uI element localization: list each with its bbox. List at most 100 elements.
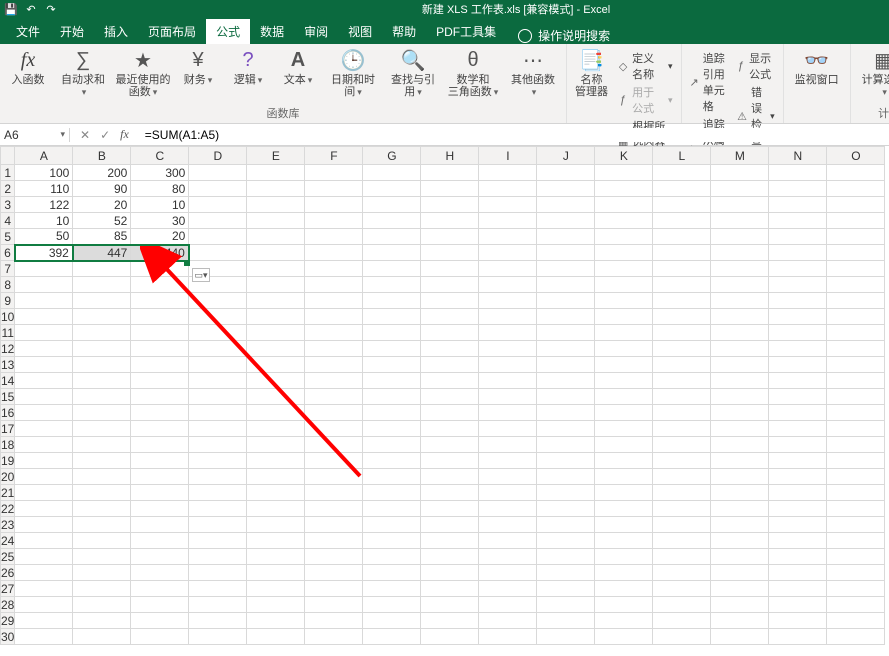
cell[interactable] [769,517,827,533]
cell[interactable] [305,437,363,453]
cell[interactable] [189,213,247,229]
cell[interactable] [305,453,363,469]
cell[interactable] [827,629,885,645]
row-header[interactable]: 14 [1,373,15,389]
cell[interactable] [421,357,479,373]
logical-button[interactable]: ? 逻辑 [228,48,268,86]
cell[interactable] [305,325,363,341]
cell[interactable] [595,421,653,437]
cell[interactable] [15,597,73,613]
insert-function-button[interactable]: fx 入函数 [8,48,48,86]
cell[interactable] [363,197,421,213]
cell[interactable] [363,389,421,405]
cell[interactable] [595,357,653,373]
cell[interactable] [479,629,537,645]
cell[interactable] [479,517,537,533]
cell[interactable] [595,613,653,629]
cell[interactable] [131,389,189,405]
cell[interactable] [479,469,537,485]
cell[interactable] [189,629,247,645]
name-box-dropdown-icon[interactable]: ▾ [60,129,65,140]
cell[interactable] [363,565,421,581]
cell[interactable] [189,405,247,421]
cell[interactable] [131,549,189,565]
cell[interactable] [827,245,885,261]
cell[interactable] [595,325,653,341]
cell[interactable] [421,597,479,613]
cell[interactable] [363,549,421,565]
cell[interactable] [827,293,885,309]
col-header[interactable]: N [769,147,827,165]
cell[interactable] [769,629,827,645]
cell[interactable] [305,533,363,549]
cell[interactable] [653,629,711,645]
cell[interactable] [653,405,711,421]
cell[interactable] [479,245,537,261]
cell[interactable] [479,549,537,565]
cell[interactable] [537,373,595,389]
cell[interactable] [653,613,711,629]
cell[interactable] [421,229,479,245]
cell[interactable] [15,373,73,389]
cell[interactable] [421,485,479,501]
cell[interactable] [769,309,827,325]
formula-input[interactable] [139,128,889,142]
cell[interactable] [189,357,247,373]
cell[interactable] [421,293,479,309]
cell[interactable] [653,197,711,213]
cell[interactable] [595,501,653,517]
col-header[interactable]: F [305,147,363,165]
cell[interactable] [131,581,189,597]
cell[interactable] [479,389,537,405]
cell[interactable] [421,261,479,277]
cell[interactable] [305,565,363,581]
cell[interactable] [247,453,305,469]
cell[interactable] [73,309,131,325]
cell[interactable] [363,229,421,245]
cell[interactable] [595,197,653,213]
cell[interactable] [247,613,305,629]
cell[interactable] [305,293,363,309]
cell[interactable] [653,437,711,453]
cell[interactable] [247,261,305,277]
cell[interactable] [73,565,131,581]
cell[interactable] [15,293,73,309]
cell[interactable] [479,485,537,501]
col-header[interactable]: J [537,147,595,165]
cell[interactable] [711,293,769,309]
cell[interactable] [305,517,363,533]
cell[interactable] [827,421,885,437]
row-header[interactable]: 9 [1,293,15,309]
cell[interactable] [711,501,769,517]
cell[interactable] [189,165,247,181]
cell[interactable] [305,213,363,229]
cell[interactable] [711,629,769,645]
cell[interactable] [305,549,363,565]
cell[interactable] [653,533,711,549]
cell[interactable] [247,629,305,645]
cell[interactable] [421,181,479,197]
cell[interactable] [479,197,537,213]
cell[interactable] [595,389,653,405]
row-header[interactable]: 28 [1,597,15,613]
cell[interactable] [363,261,421,277]
cell[interactable] [479,501,537,517]
cell[interactable] [653,597,711,613]
cell[interactable] [479,341,537,357]
cell[interactable] [827,533,885,549]
cell[interactable] [305,629,363,645]
cell[interactable]: 447 [73,245,131,261]
cell[interactable] [711,549,769,565]
cell[interactable] [595,533,653,549]
lookup-button[interactable]: 🔍 查找与引用 [388,48,438,98]
cell[interactable] [131,517,189,533]
cell[interactable]: 110 [15,181,73,197]
cell[interactable] [653,469,711,485]
cell[interactable] [15,581,73,597]
cell[interactable] [15,453,73,469]
cell[interactable] [711,181,769,197]
cell[interactable] [827,517,885,533]
cell[interactable] [595,565,653,581]
cell[interactable]: 80 [131,181,189,197]
col-header[interactable]: G [363,147,421,165]
